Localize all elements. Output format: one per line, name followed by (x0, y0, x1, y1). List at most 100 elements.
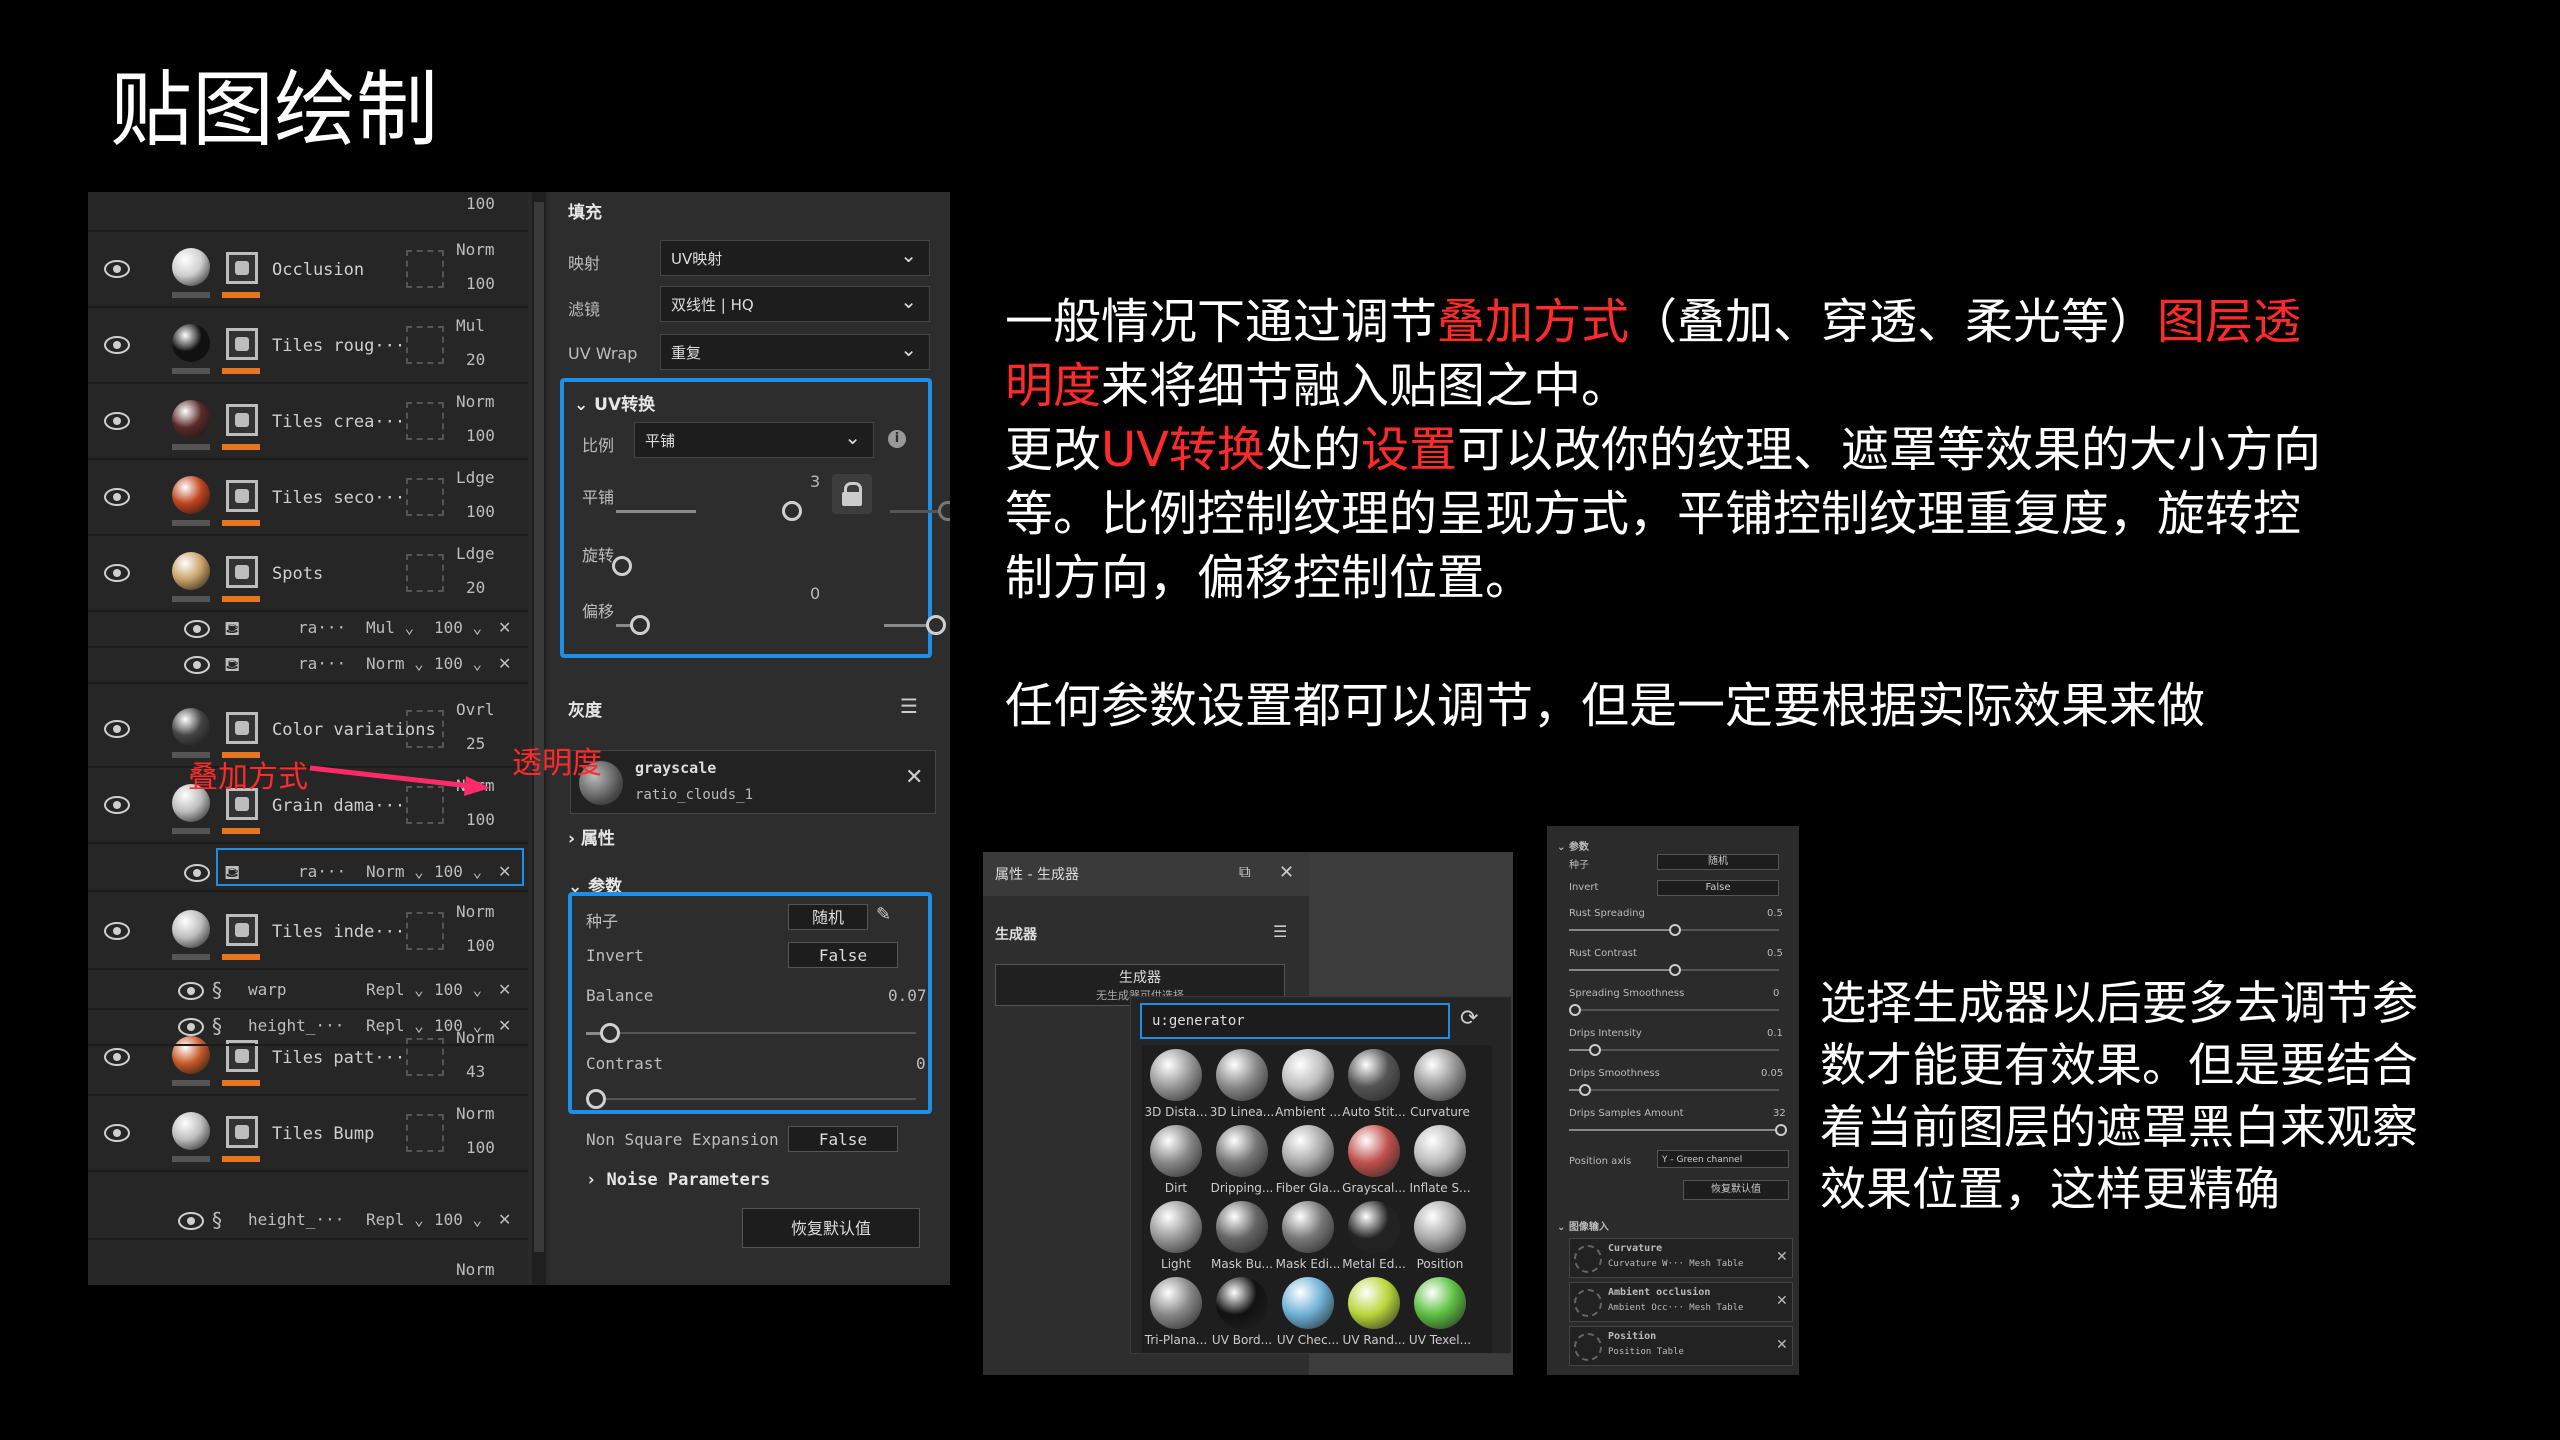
scale-select[interactable]: 平铺 (634, 419, 874, 458)
generator-item-label[interactable]: UV Chec... (1275, 1333, 1341, 1347)
gp-drips-smooth-knob[interactable] (1579, 1084, 1591, 1096)
opacity-value[interactable]: 100 (466, 274, 495, 293)
generator-thumbnail[interactable] (1216, 1277, 1268, 1329)
generator-item-label[interactable]: Light (1143, 1257, 1209, 1271)
layer-row[interactable]: Tiles roug··· Mul 20 (88, 306, 528, 384)
generator-thumbnail[interactable] (1348, 1201, 1400, 1253)
blend-mode-select[interactable]: Norm ⌄ (366, 654, 424, 673)
params-head[interactable]: ⌄ 参数 (1557, 838, 1589, 853)
generator-thumbnail[interactable] (1282, 1277, 1334, 1329)
close-icon[interactable]: ✕ (1776, 1337, 1788, 1353)
offset-knob-a[interactable] (630, 615, 650, 635)
image-input-slot[interactable]: Curvature Curvature W··· Mesh Table ✕ (1569, 1238, 1793, 1278)
eye-icon[interactable] (104, 336, 130, 354)
generator-item-label[interactable]: Dripping... (1209, 1181, 1275, 1195)
gp-drips-samples-knob[interactable] (1775, 1124, 1787, 1136)
blend-mode-select[interactable]: Norm (456, 1260, 495, 1279)
opacity-value[interactable]: 20 (466, 578, 485, 597)
mask-slot[interactable] (406, 554, 444, 592)
blend-mode-select[interactable]: Norm (456, 902, 495, 921)
info-icon[interactable]: i (888, 430, 906, 448)
generator-item-label[interactable]: UV Bord... (1209, 1333, 1275, 1347)
eye-icon[interactable] (184, 656, 210, 674)
eye-icon[interactable] (104, 412, 130, 430)
eye-icon[interactable] (178, 1212, 204, 1230)
layer-row[interactable]: Spots Ldge 20 (88, 534, 528, 612)
image-input-head[interactable]: ⌄ 图像输入 (1557, 1218, 1609, 1233)
close-icon[interactable]: ✕ (498, 654, 511, 673)
uvwrap-select[interactable]: 重复 (660, 331, 930, 370)
generator-item-label[interactable]: Dirt (1143, 1181, 1209, 1195)
opacity-value[interactable]: 100 ⌄ (434, 654, 482, 673)
eye-icon[interactable] (184, 864, 210, 882)
eye-icon[interactable] (178, 1018, 204, 1036)
layer-row[interactable]: Tiles Bump Norm 100 (88, 1094, 528, 1172)
blend-mode-select[interactable]: Repl ⌄ (366, 980, 424, 999)
opacity-value[interactable]: 100 (466, 810, 495, 829)
generator-thumbnail[interactable] (1150, 1201, 1202, 1253)
generator-thumbnail[interactable] (1150, 1125, 1202, 1177)
gp-rust-spreading-knob[interactable] (1669, 924, 1681, 936)
generator-item-label[interactable]: Position (1407, 1257, 1473, 1271)
grayscale-resource[interactable]: grayscale ratio_clouds_1 ✕ (570, 750, 936, 814)
generator-thumbnail[interactable] (1282, 1049, 1334, 1101)
blend-mode-select[interactable]: Mul (456, 316, 485, 335)
generator-thumbnail[interactable] (1414, 1277, 1466, 1329)
generator-item-label[interactable]: Auto Stit... (1341, 1105, 1407, 1119)
list-icon[interactable]: ☰ (900, 694, 918, 718)
popout-icon[interactable]: ⧉ (1239, 862, 1250, 882)
rotation-knob[interactable] (612, 556, 632, 576)
close-icon[interactable]: ✕ (1776, 1293, 1788, 1309)
image-input-slot[interactable]: Position Position Table ✕ (1569, 1326, 1793, 1366)
gp-rust-contrast-knob[interactable] (1669, 964, 1681, 976)
blend-mode-select[interactable]: Repl ⌄ (366, 1210, 424, 1229)
opacity-value[interactable]: 100 ⌄ (434, 1016, 482, 1035)
attributes-heading[interactable]: › 属性 (568, 824, 615, 849)
eye-icon[interactable] (178, 982, 204, 1000)
seed-random-button[interactable]: 随机 (788, 904, 868, 930)
mask-slot[interactable] (406, 1114, 444, 1152)
generator-item-label[interactable]: Mask Bu... (1209, 1257, 1275, 1271)
generator-item-label[interactable]: Tri-Plana... (1143, 1333, 1209, 1347)
layer-row[interactable]: Occlusion Norm 100 (88, 230, 528, 308)
blend-mode-select[interactable]: Norm (456, 1104, 495, 1123)
sublayer-row[interactable]: § height_··· Repl ⌄ 100 ⌄ ✕ (88, 1008, 528, 1046)
layer-row[interactable]: Tiles crea··· Norm 100 (88, 382, 528, 460)
opacity-value[interactable]: 100 ⌄ (434, 618, 482, 637)
edit-icon[interactable]: ✎ (876, 904, 891, 925)
eye-icon[interactable] (184, 620, 210, 638)
eye-icon[interactable] (104, 720, 130, 738)
gp-drips-intensity-knob[interactable] (1589, 1044, 1601, 1056)
close-icon[interactable]: ✕ (498, 980, 511, 999)
opacity-value[interactable]: 100 (466, 936, 495, 955)
generator-item-label[interactable]: Metal Ed... (1341, 1257, 1407, 1271)
layer-row[interactable]: Color variations Ovrl 25 (88, 690, 528, 768)
generator-item-label[interactable]: Inflate S... (1407, 1181, 1473, 1195)
generator-thumbnail[interactable] (1414, 1125, 1466, 1177)
generator-item-label[interactable]: Grayscal... (1341, 1181, 1407, 1195)
opacity-value[interactable]: 100 (466, 194, 495, 213)
uv-transform-heading[interactable]: ⌄ UV转换 (574, 390, 655, 415)
mask-slot[interactable] (406, 912, 444, 950)
opacity-value[interactable]: 100 ⌄ (434, 1210, 482, 1229)
refresh-icon[interactable]: ⟳ (1460, 1006, 1478, 1031)
generator-thumbnail[interactable] (1216, 1201, 1268, 1253)
layer-row[interactable]: Tiles inde··· Norm 100 (88, 892, 528, 970)
eye-icon[interactable] (104, 796, 130, 814)
generator-thumbnail[interactable] (1150, 1049, 1202, 1101)
blend-mode-select[interactable]: Repl ⌄ (366, 1016, 424, 1035)
mask-icon[interactable] (226, 480, 258, 512)
mask-icon[interactable] (226, 404, 258, 436)
close-icon[interactable]: ✕ (498, 1210, 511, 1229)
list-icon[interactable]: ☰ (1273, 922, 1287, 941)
generator-thumbnail[interactable] (1216, 1049, 1268, 1101)
generator-item-label[interactable]: Mask Edi... (1275, 1257, 1341, 1271)
layer-row[interactable]: Tiles seco··· Ldge 100 (88, 458, 528, 536)
opacity-value[interactable]: 100 ⌄ (434, 980, 482, 999)
generator-item-label[interactable]: 3D Linea... (1209, 1105, 1275, 1119)
lock-icon[interactable] (832, 474, 872, 514)
eye-icon[interactable] (104, 564, 130, 582)
opacity-value[interactable]: 20 (466, 350, 485, 369)
mask-icon[interactable] (226, 252, 258, 284)
mask-icon[interactable] (226, 712, 258, 744)
